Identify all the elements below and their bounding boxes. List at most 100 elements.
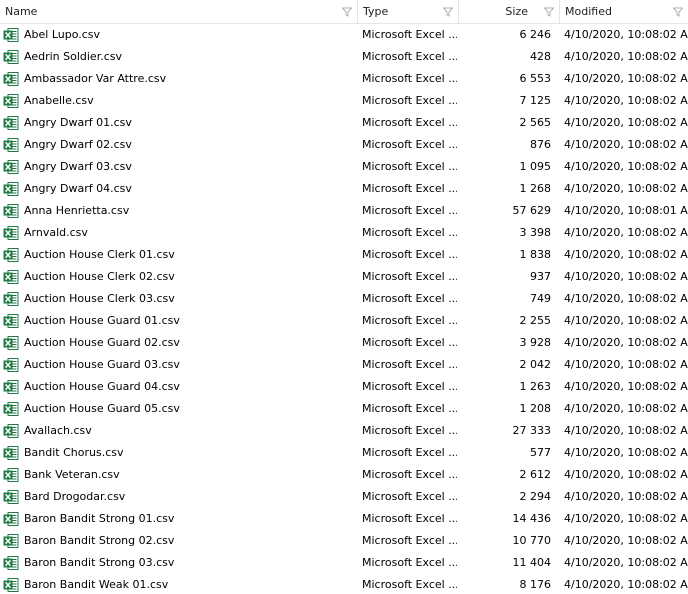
file-row[interactable]: Auction House Guard 05.csv Microsoft Exc… (0, 398, 688, 420)
file-type: Microsoft Excel ... (362, 336, 457, 349)
column-header-type[interactable]: Type (358, 0, 459, 23)
column-header-modified-label: Modified (565, 5, 612, 18)
file-modified: 4/10/2020, 10:08:02 AM (564, 556, 688, 569)
column-header-modified[interactable]: Modified (560, 0, 688, 23)
file-name[interactable]: Arnvald.csv (24, 222, 356, 244)
file-row[interactable]: Baron Bandit Weak 01.csv Microsoft Excel… (0, 574, 688, 594)
file-row[interactable]: Auction House Clerk 03.csv Microsoft Exc… (0, 288, 688, 310)
file-row[interactable]: Auction House Clerk 01.csv Microsoft Exc… (0, 244, 688, 266)
column-header-size[interactable]: Size (459, 0, 560, 23)
file-row[interactable]: Avallach.csv Microsoft Excel ... 27 333 … (0, 420, 688, 442)
excel-csv-file-icon (3, 446, 19, 460)
file-name[interactable]: Angry Dwarf 03.csv (24, 156, 356, 178)
file-row[interactable]: Angry Dwarf 03.csv Microsoft Excel ... 1… (0, 156, 688, 178)
excel-csv-file-icon (3, 292, 19, 306)
file-name[interactable]: Baron Bandit Strong 02.csv (24, 530, 356, 552)
file-row[interactable]: Baron Bandit Strong 02.csv Microsoft Exc… (0, 530, 688, 552)
excel-csv-file-icon (3, 94, 19, 108)
file-size: 10 770 (512, 534, 552, 547)
file-size: 27 333 (512, 424, 552, 437)
file-name[interactable]: Aedrin Soldier.csv (24, 46, 356, 68)
excel-csv-file-icon (3, 512, 19, 526)
file-modified: 4/10/2020, 10:08:02 AM (564, 116, 688, 129)
filter-funnel-icon[interactable] (673, 7, 683, 17)
filter-funnel-icon[interactable] (544, 7, 554, 17)
file-row[interactable]: Arnvald.csv Microsoft Excel ... 3 398 4/… (0, 222, 688, 244)
file-name[interactable]: Angry Dwarf 04.csv (24, 178, 356, 200)
file-name[interactable]: Auction House Guard 03.csv (24, 354, 356, 376)
file-type: Microsoft Excel ... (362, 138, 457, 151)
file-row[interactable]: Bard Drogodar.csv Microsoft Excel ... 2 … (0, 486, 688, 508)
file-name[interactable]: Auction House Guard 01.csv (24, 310, 356, 332)
excel-csv-file-icon (3, 424, 19, 438)
file-type: Microsoft Excel ... (362, 314, 457, 327)
file-row[interactable]: Ambassador Var Attre.csv Microsoft Excel… (0, 68, 688, 90)
file-type: Microsoft Excel ... (362, 446, 457, 459)
file-row[interactable]: Auction House Guard 02.csv Microsoft Exc… (0, 332, 688, 354)
file-row[interactable]: Baron Bandit Strong 01.csv Microsoft Exc… (0, 508, 688, 530)
file-size: 937 (530, 270, 551, 283)
file-name[interactable]: Anna Henrietta.csv (24, 200, 356, 222)
file-modified: 4/10/2020, 10:08:02 AM (564, 424, 688, 437)
file-row[interactable]: Bank Veteran.csv Microsoft Excel ... 2 6… (0, 464, 688, 486)
file-name[interactable]: Bank Veteran.csv (24, 464, 356, 486)
column-header-name[interactable]: Name (0, 0, 358, 23)
file-row[interactable]: Angry Dwarf 01.csv Microsoft Excel ... 2… (0, 112, 688, 134)
file-name[interactable]: Bard Drogodar.csv (24, 486, 356, 508)
filter-funnel-icon[interactable] (342, 7, 352, 17)
excel-csv-file-icon (3, 358, 19, 372)
file-row[interactable]: Auction House Guard 03.csv Microsoft Exc… (0, 354, 688, 376)
file-name[interactable]: Auction House Guard 02.csv (24, 332, 356, 354)
file-name[interactable]: Abel Lupo.csv (24, 24, 356, 46)
file-modified: 4/10/2020, 10:08:02 AM (564, 490, 688, 503)
file-type: Microsoft Excel ... (362, 512, 457, 525)
file-modified: 4/10/2020, 10:08:02 AM (564, 226, 688, 239)
file-size: 1 268 (519, 182, 552, 195)
file-row[interactable]: Auction House Guard 01.csv Microsoft Exc… (0, 310, 688, 332)
file-name[interactable]: Ambassador Var Attre.csv (24, 68, 356, 90)
file-size: 2 565 (519, 116, 552, 129)
file-name[interactable]: Anabelle.csv (24, 90, 356, 112)
file-row[interactable]: Aedrin Soldier.csv Microsoft Excel ... 4… (0, 46, 688, 68)
excel-csv-file-icon (3, 160, 19, 174)
file-name[interactable]: Baron Bandit Strong 01.csv (24, 508, 356, 530)
file-row[interactable]: Auction House Guard 04.csv Microsoft Exc… (0, 376, 688, 398)
file-modified: 4/10/2020, 10:08:02 AM (564, 512, 688, 525)
file-row[interactable]: Anna Henrietta.csv Microsoft Excel ... 5… (0, 200, 688, 222)
file-type: Microsoft Excel ... (362, 534, 457, 547)
file-size: 1 095 (519, 160, 552, 173)
file-name[interactable]: Angry Dwarf 02.csv (24, 134, 356, 156)
file-name[interactable]: Baron Bandit Weak 01.csv (24, 574, 356, 594)
column-header-row: Name Type Size Modified (0, 0, 688, 24)
file-name[interactable]: Auction House Clerk 03.csv (24, 288, 356, 310)
file-row[interactable]: Anabelle.csv Microsoft Excel ... 7 125 4… (0, 90, 688, 112)
file-row[interactable]: Baron Bandit Strong 03.csv Microsoft Exc… (0, 552, 688, 574)
file-type: Microsoft Excel ... (362, 578, 457, 591)
file-size: 876 (530, 138, 551, 151)
file-size: 8 176 (519, 578, 552, 591)
file-modified: 4/10/2020, 10:08:02 AM (564, 248, 688, 261)
file-name[interactable]: Avallach.csv (24, 420, 356, 442)
file-name[interactable]: Auction House Clerk 01.csv (24, 244, 356, 266)
file-modified: 4/10/2020, 10:08:01 AM (564, 204, 688, 217)
file-row[interactable]: Bandit Chorus.csv Microsoft Excel ... 57… (0, 442, 688, 464)
filter-funnel-icon[interactable] (443, 7, 453, 17)
file-name[interactable]: Auction House Clerk 02.csv (24, 266, 356, 288)
excel-csv-file-icon (3, 556, 19, 570)
file-modified: 4/10/2020, 10:08:02 AM (564, 182, 688, 195)
file-modified: 4/10/2020, 10:08:02 AM (564, 336, 688, 349)
file-name[interactable]: Angry Dwarf 01.csv (24, 112, 356, 134)
file-type: Microsoft Excel ... (362, 94, 457, 107)
file-name[interactable]: Baron Bandit Strong 03.csv (24, 552, 356, 574)
file-size: 1 263 (519, 380, 552, 393)
file-row[interactable]: Angry Dwarf 02.csv Microsoft Excel ... 8… (0, 134, 688, 156)
file-name[interactable]: Bandit Chorus.csv (24, 442, 356, 464)
file-row[interactable]: Abel Lupo.csv Microsoft Excel ... 6 246 … (0, 24, 688, 46)
file-size: 577 (530, 446, 551, 459)
file-row[interactable]: Angry Dwarf 04.csv Microsoft Excel ... 1… (0, 178, 688, 200)
file-list: Name Type Size Modified Abel Lupo.csv Mi… (0, 0, 688, 594)
file-name[interactable]: Auction House Guard 04.csv (24, 376, 356, 398)
file-size: 428 (530, 50, 551, 63)
file-name[interactable]: Auction House Guard 05.csv (24, 398, 356, 420)
file-row[interactable]: Auction House Clerk 02.csv Microsoft Exc… (0, 266, 688, 288)
